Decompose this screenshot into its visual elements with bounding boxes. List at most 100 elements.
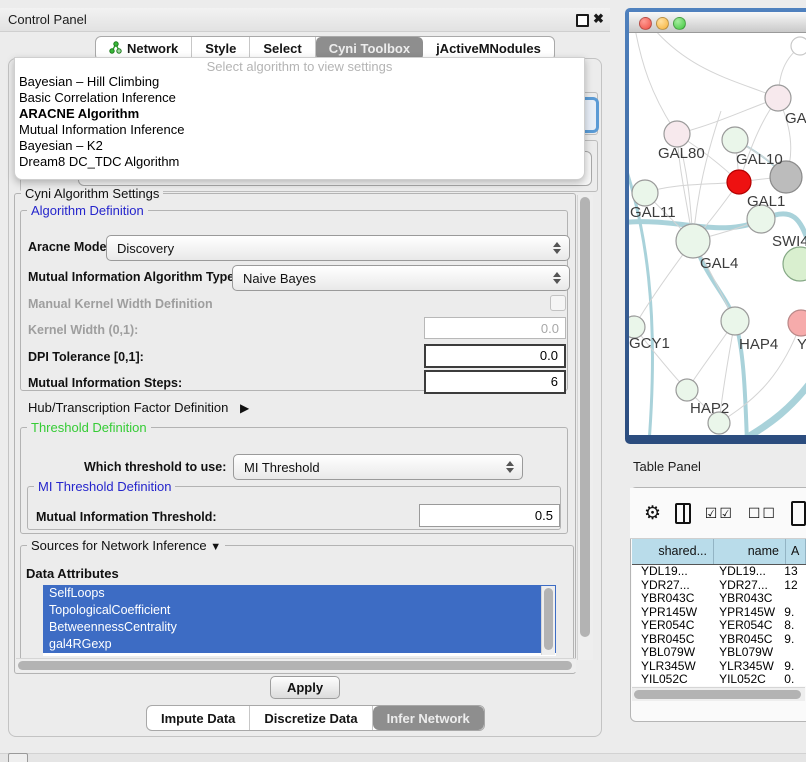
table-cell: YLR345W	[632, 660, 711, 674]
manual-kernel-checkbox[interactable]	[550, 295, 566, 311]
table-row[interactable]: YBL079WYBL079W	[632, 646, 806, 660]
mi-algorithm-type-combobox[interactable]: Naive Bayes	[232, 265, 570, 291]
tab-discretize-data[interactable]: Discretize Data	[250, 706, 372, 730]
apply-button[interactable]: Apply	[270, 676, 340, 699]
table-cell: 0.	[782, 673, 806, 686]
data-attributes-label: Data Attributes	[26, 566, 119, 581]
dropdown-item[interactable]: Mutual Information Inference	[15, 122, 584, 138]
table-row[interactable]: YLR345WYLR345W9.	[632, 660, 806, 674]
group-title: Threshold Definition	[27, 420, 151, 435]
network-node[interactable]	[727, 170, 751, 194]
table-cell: YER054C	[711, 619, 782, 633]
settings-scrollbar-vertical[interactable]	[577, 195, 593, 660]
zoom-traffic-light-icon[interactable]	[673, 17, 686, 30]
table-header: shared... name A	[632, 539, 806, 566]
network-node[interactable]	[721, 307, 749, 335]
tab-infer-network[interactable]: Infer Network	[373, 706, 484, 730]
sources-title: Sources for Network Inference	[31, 538, 207, 553]
tab-label: Discretize Data	[264, 711, 357, 726]
manual-kernel-label: Manual Kernel Width Definition	[28, 297, 213, 311]
mi-threshold-field[interactable]: 0.5	[419, 504, 560, 527]
kernel-width-field[interactable]: 0.0	[424, 317, 566, 339]
network-node[interactable]	[676, 379, 698, 401]
table-cell: 13	[782, 565, 806, 579]
settings-scrollbar-horizontal[interactable]	[16, 658, 576, 672]
table-scrollbar-horizontal[interactable]	[632, 687, 805, 701]
node-label: HAP4	[739, 336, 778, 353]
table-row[interactable]: YER054CYER054C8.	[632, 619, 806, 633]
node-label: GAL10	[736, 151, 783, 168]
network-node[interactable]	[676, 224, 710, 258]
network-node[interactable]	[788, 310, 806, 336]
control-panel-titlebar	[0, 8, 610, 32]
network-node[interactable]	[765, 85, 791, 111]
node-label: GAL1	[747, 193, 785, 210]
network-node[interactable]	[722, 127, 748, 153]
network-node[interactable]	[664, 121, 690, 147]
dpi-tolerance-field[interactable]: 0.0	[424, 344, 566, 368]
column-header-shared[interactable]: shared...	[632, 539, 714, 564]
network-window-titlebar[interactable]	[629, 12, 806, 33]
data-attributes-list[interactable]: SelfLoops TopologicalCoefficient Between…	[43, 585, 556, 656]
table-cell: YPR145W	[632, 606, 711, 620]
table-row[interactable]: YIL052CYIL052C0.	[632, 673, 806, 686]
network-node[interactable]	[783, 247, 806, 281]
table-cell: 9.	[782, 660, 806, 674]
column-header-partial[interactable]: A	[786, 539, 806, 564]
dropdown-item[interactable]: Bayesian – K2	[15, 138, 584, 154]
dropdown-item[interactable]: Bayesian – Hill Climbing	[15, 74, 584, 90]
dropdown-item[interactable]: Dream8 DC_TDC Algorithm	[15, 154, 584, 170]
mi-threshold-label: Mutual Information Threshold:	[36, 510, 217, 524]
network-node[interactable]	[791, 37, 806, 55]
list-item[interactable]: BetweennessCentrality	[43, 619, 556, 636]
list-item[interactable]: SelfLoops	[43, 585, 556, 602]
bottom-strip	[0, 753, 806, 762]
expander-down-arrow-icon[interactable]: ▼	[210, 541, 221, 553]
scrollbar-thumb[interactable]	[544, 588, 553, 650]
table-cell: YIL052C	[711, 673, 782, 686]
tab-label: jActiveMNodules	[436, 41, 541, 56]
expander-right-arrow-icon: ▶	[240, 401, 249, 415]
float-window-icon[interactable]	[576, 14, 589, 27]
network-canvas[interactable]: GALGAL80GAL10GAL1GAL11SWI4GAL4GCY1HAP4YH…	[629, 33, 806, 435]
table-cell: YDL19...	[632, 565, 711, 579]
table-cell: YBR043C	[711, 592, 782, 606]
scrollbar-thumb[interactable]	[580, 197, 590, 637]
columns-icon[interactable]	[675, 503, 691, 524]
node-label: Y	[797, 336, 806, 353]
unchecked-boxes-icon[interactable]: ☐☐	[748, 505, 777, 522]
which-threshold-combobox[interactable]: MI Threshold	[233, 454, 523, 480]
tab-impute-data[interactable]: Impute Data	[147, 706, 250, 730]
mi-steps-field[interactable]: 6	[424, 370, 566, 394]
dropdown-item[interactable]: Basic Correlation Inference	[15, 90, 584, 106]
table-row[interactable]: YBR045CYBR045C9.	[632, 633, 806, 647]
kernel-width-label: Kernel Width (0,1):	[28, 323, 138, 337]
scrollbar-thumb[interactable]	[634, 690, 801, 699]
close-icon[interactable]: ✖	[593, 11, 604, 27]
table-row[interactable]: YDL19...YDL19...13	[632, 565, 806, 579]
dropdown-item-highlighted[interactable]: ARACNE Algorithm	[15, 106, 584, 122]
network-node[interactable]	[632, 180, 658, 206]
spinner-arrows-icon	[550, 272, 564, 284]
aracne-mode-combobox[interactable]: Discovery	[106, 235, 570, 261]
column-header-name[interactable]: name	[714, 539, 786, 564]
control-panel-title: Control Panel	[8, 12, 87, 27]
table-row[interactable]: YDR27...YDR27...12	[632, 579, 806, 593]
list-item[interactable]: gal4RGexp	[43, 636, 556, 653]
tab-label: Impute Data	[161, 711, 235, 726]
close-traffic-light-icon[interactable]	[639, 17, 652, 30]
attributes-scrollbar[interactable]	[541, 586, 555, 655]
document-icon[interactable]	[791, 501, 806, 526]
table-cell	[782, 646, 806, 660]
checked-boxes-icon[interactable]: ☑☑	[705, 505, 734, 522]
table-row[interactable]: YPR145WYPR145W9.	[632, 606, 806, 620]
table-row[interactable]: YBR043CYBR043C	[632, 592, 806, 606]
scrollbar-thumb[interactable]	[18, 661, 572, 670]
hub-definition-expander[interactable]: Hub/Transcription Factor Definition ▶	[28, 400, 249, 415]
minimized-panel-icon[interactable]	[8, 753, 28, 762]
list-item[interactable]: TopologicalCoefficient	[43, 602, 556, 619]
gear-icon[interactable]: ⚙	[644, 502, 661, 525]
minimize-traffic-light-icon[interactable]	[656, 17, 669, 30]
table-cell: YDR27...	[632, 579, 711, 593]
table-cell: 9.	[782, 633, 806, 647]
